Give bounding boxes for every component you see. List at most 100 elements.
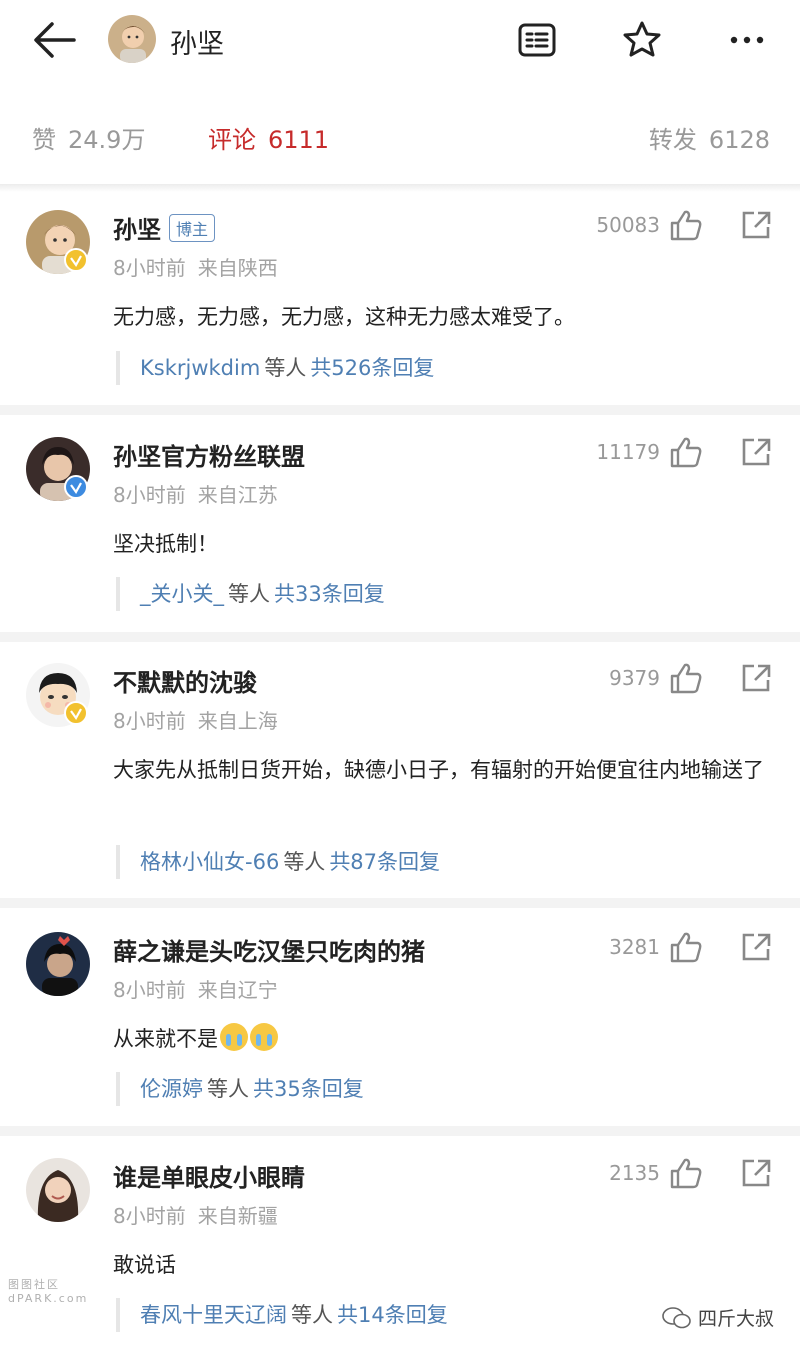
star-icon[interactable]	[620, 18, 664, 62]
comment-meta: 8小时前 来自陕西	[113, 252, 278, 281]
author-name: 谁是单眼皮小眼睛	[113, 1164, 305, 1192]
comments-label: 评论	[208, 126, 256, 154]
reply-count[interactable]: 共87条回复	[329, 850, 440, 874]
comment-location: 来自新疆	[197, 1204, 278, 1228]
reply-summary[interactable]: 伦源婷 等人 共35条回复	[116, 1072, 364, 1106]
reply-count[interactable]: 共33条回复	[274, 582, 385, 606]
thumbs-up-icon[interactable]	[668, 435, 704, 469]
comment-text: 敢说话	[113, 1253, 176, 1277]
reply-count[interactable]: 共526条回复	[310, 356, 434, 380]
author-name: 不默默的沈骏	[113, 669, 257, 697]
divider	[0, 405, 800, 415]
like-count: 3281	[609, 935, 660, 959]
page-title: 孙坚	[170, 29, 224, 60]
reply-summary[interactable]: 春风十里天辽阔 等人 共14条回复	[116, 1298, 448, 1332]
reply-user[interactable]: _关小关_	[140, 582, 224, 606]
reply-summary[interactable]: 格林小仙女-66 等人 共87条回复	[116, 845, 440, 879]
likes-label: 赞	[32, 126, 56, 154]
divider	[0, 898, 800, 908]
like-count: 50083	[596, 213, 660, 237]
watermark-right-text: 四斤大叔	[698, 1308, 775, 1330]
like-count: 11179	[596, 440, 660, 464]
reply-mid: 等人	[264, 356, 307, 380]
watermark-right: 四斤大叔	[662, 1304, 774, 1331]
reply-count[interactable]: 共14条回复	[337, 1303, 448, 1327]
like-count: 9379	[609, 666, 660, 690]
tab-likes[interactable]: 赞 24.9万	[32, 120, 145, 155]
reply-user[interactable]: 春风十里天辽阔	[140, 1303, 287, 1327]
reply-mid: 等人	[283, 850, 326, 874]
share-icon[interactable]	[738, 435, 774, 469]
list-icon[interactable]	[515, 18, 559, 62]
tab-reposts[interactable]: 转发 6128	[649, 120, 770, 155]
share-icon[interactable]	[738, 661, 774, 695]
comment-author[interactable]: 薛之谦是头吃汉堡只吃肉的猪	[113, 932, 425, 967]
watermark-left-title: 图图社区	[8, 1278, 60, 1291]
comment-location: 来自江苏	[197, 483, 278, 507]
comment-time: 8小时前	[113, 978, 186, 1002]
author-badge: 博主	[169, 214, 216, 242]
comment-text: 从来就不是	[113, 1019, 773, 1059]
reply-user[interactable]: Kskrjwkdim	[140, 356, 260, 380]
share-icon[interactable]	[738, 208, 774, 242]
reply-mid: 等人	[228, 582, 270, 606]
author-name: 薛之谦是头吃汉堡只吃肉的猪	[113, 938, 425, 966]
reply-summary[interactable]: _关小关_ 等人 共33条回复	[116, 577, 385, 611]
author-name: 孙坚	[113, 216, 161, 244]
avatar[interactable]	[26, 1158, 90, 1222]
comment-location: 来自辽宁	[197, 978, 278, 1002]
divider	[0, 632, 800, 642]
watermark-left: 图图社区 dPARK.com	[8, 1278, 88, 1306]
author-name: 孙坚官方粉丝联盟	[113, 443, 305, 471]
comments-count: 6111	[268, 126, 330, 154]
reposts-count: 6128	[708, 126, 770, 154]
comment-location: 来自陕西	[197, 256, 278, 280]
stats-bar: 赞 24.9万 评论 6111 转发 6128	[0, 92, 800, 187]
comment-meta: 8小时前 来自新疆	[113, 1200, 278, 1229]
comment-author[interactable]: 孙坚官方粉丝联盟	[113, 437, 305, 472]
comment-author[interactable]: 谁是单眼皮小眼睛	[113, 1158, 305, 1193]
likes-count: 24.9万	[68, 126, 146, 154]
like-count: 2135	[609, 1161, 660, 1185]
back-arrow-icon[interactable]	[30, 18, 80, 62]
comment-author[interactable]: 孙坚 博主	[113, 210, 216, 245]
top-bar: 孙坚	[0, 0, 800, 92]
verified-icon	[64, 701, 88, 725]
comment-text: 坚决抵制！	[113, 532, 218, 556]
thumbs-up-icon[interactable]	[668, 930, 704, 964]
watermark-left-sub: dPARK.com	[8, 1292, 89, 1305]
avatar[interactable]	[26, 932, 90, 996]
reposts-label: 转发	[648, 126, 697, 154]
comment-location: 来自上海	[197, 709, 278, 733]
reply-summary[interactable]: Kskrjwkdim 等人 共526条回复	[116, 351, 434, 385]
comment-time: 8小时前	[113, 709, 186, 733]
thumbs-up-icon[interactable]	[668, 208, 704, 242]
comment-meta: 8小时前 来自上海	[113, 705, 278, 734]
comment-text: 无力感，无力感，无力感，这种无力感太难受了。	[113, 305, 575, 329]
verified-icon	[64, 475, 88, 499]
reply-user[interactable]: 格林小仙女-66	[140, 850, 279, 874]
comment-text-body: 从来就不是	[113, 1027, 218, 1051]
thumbs-up-icon[interactable]	[668, 1156, 704, 1190]
share-icon[interactable]	[738, 1156, 774, 1190]
tab-comments[interactable]: 评论 6111	[208, 120, 329, 155]
comment-meta: 8小时前 来自辽宁	[113, 974, 278, 1003]
share-icon[interactable]	[738, 930, 774, 964]
header-shadow	[0, 184, 800, 192]
avatar[interactable]	[108, 15, 156, 63]
reply-mid: 等人	[207, 1077, 249, 1101]
crying-emoji-icon	[220, 1023, 248, 1051]
comment-time: 8小时前	[113, 483, 186, 507]
reply-mid: 等人	[291, 1303, 333, 1327]
comment-time: 8小时前	[113, 1204, 186, 1228]
verified-icon	[64, 248, 88, 272]
crying-emoji-icon	[250, 1023, 278, 1051]
comment-text: 大家先从抵制日货开始，缺德小日子，有辐射的开始便宜往内地输送了	[113, 758, 764, 782]
more-icon[interactable]	[725, 18, 769, 62]
thumbs-up-icon[interactable]	[668, 661, 704, 695]
reply-user[interactable]: 伦源婷	[140, 1077, 203, 1101]
comment-author[interactable]: 不默默的沈骏	[113, 663, 257, 698]
comment-meta: 8小时前 来自江苏	[113, 479, 278, 508]
reply-count[interactable]: 共35条回复	[253, 1077, 364, 1101]
divider	[0, 1126, 800, 1136]
